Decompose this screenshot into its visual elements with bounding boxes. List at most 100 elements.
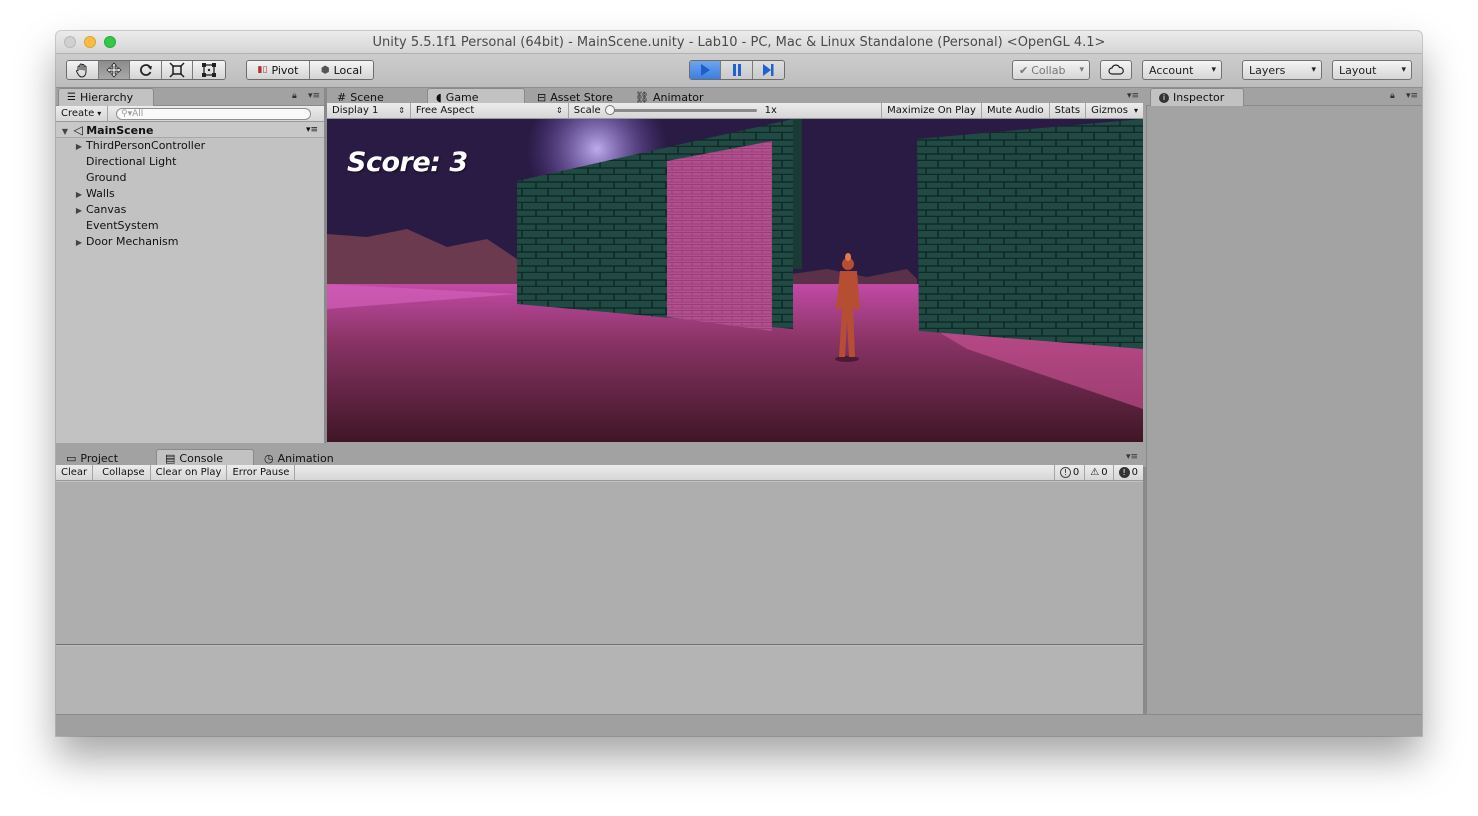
move-tool-button[interactable] [98,61,131,79]
clear-button[interactable]: Clear [56,465,94,480]
play-button[interactable] [690,61,722,79]
hierarchy-item[interactable]: ▶ Canvas [56,202,126,218]
hierarchy-item[interactable]: Directional Light [56,154,176,170]
search-icon: ⚲▾ [121,108,133,119]
layers-label: Layers [1249,63,1286,77]
chevron-down-icon: ▾ [97,109,102,118]
close-window-button[interactable] [64,36,76,48]
inspector-tab-label: Inspector [1173,91,1225,104]
local-button[interactable]: ⬢ Local [310,61,373,79]
pivot-button[interactable]: ▮▯ Pivot [247,61,311,79]
cloud-icon [1108,64,1124,75]
scene-row[interactable]: ▼ ◁ MainScene ▾≡ [56,122,324,138]
hierarchy-item-label: Canvas [86,203,127,216]
tab-hierarchy[interactable]: ☰ Hierarchy [58,88,154,106]
scale-value: 1x [764,105,777,116]
clear-on-play-toggle[interactable]: Clear on Play [151,465,228,480]
hierarchy-item-label: Directional Light [86,155,177,168]
collab-label: Collab [1031,63,1066,77]
inspector-menu-icon[interactable]: ▾≡ [1406,91,1418,101]
scene-menu-icon[interactable]: ▾≡ [306,122,318,138]
expand-triangle-icon[interactable]: ▶ [74,187,84,203]
score-text: Score: 3 [347,147,468,178]
error-count: 0 [1131,467,1138,478]
pivot-local-toggle: ▮▯ Pivot ⬢ Local [246,60,374,80]
hierarchy-item[interactable]: Ground [56,170,126,186]
create-dropdown[interactable]: Create ▾ [56,106,108,121]
hierarchy-search-input[interactable]: ⚲▾ All [116,107,311,120]
account-dropdown[interactable]: Account [1142,60,1222,80]
scale-control: Scale 1x [569,103,883,118]
error-filter-toggle[interactable]: ! 0 [1114,465,1143,480]
layout-dropdown[interactable]: Layout [1332,60,1412,80]
stats-toggle[interactable]: Stats [1050,103,1087,118]
hierarchy-item-label: Walls [86,187,115,200]
scale-slider[interactable] [604,105,757,115]
lock-icon[interactable]: 🔒︎ [1390,91,1395,101]
pause-button[interactable] [721,61,753,79]
hierarchy-tab-label: Hierarchy [79,91,134,104]
game-toolbar: Display 1 ⇕ Free Aspect ⇕ Scale 1x Maxim… [327,103,1143,119]
collapse-toggle[interactable]: Collapse [97,465,151,480]
layers-dropdown[interactable]: Layers [1242,60,1322,80]
expand-triangle-icon[interactable]: ▶ [74,203,84,219]
window-title: Unity 5.5.1f1 Personal (64bit) - MainSce… [372,35,1106,50]
hierarchy-item[interactable]: ▶ Door Mechanism [56,234,179,251]
game-view[interactable]: Score: 3 [327,119,1143,442]
scale-label: Scale [573,105,601,116]
account-label: Account [1149,63,1194,77]
tab-inspector[interactable]: i Inspector [1150,88,1244,106]
lock-icon[interactable]: 🔒︎ [292,91,297,101]
zoom-window-button[interactable] [104,36,116,48]
display-dropdown[interactable]: Display 1 ⇕ [327,103,411,118]
hierarchy-item[interactable]: EventSystem [56,218,159,234]
panel-divider[interactable] [1143,467,1146,714]
inspector-tabstrip: i Inspector 🔒︎ ▾≡ [1146,88,1422,106]
aspect-label: Free Aspect [415,105,475,116]
hand-tool-button[interactable] [67,61,99,79]
bottom-panel-menu-icon[interactable]: ▾≡ [1126,452,1138,462]
gizmos-dropdown[interactable]: Gizmos ▾ [1086,103,1143,118]
mute-audio-toggle[interactable]: Mute Audio [982,103,1050,118]
hierarchy-toolbar: Create ▾ ⚲▾ All [56,106,324,122]
collapse-label: Collapse [102,467,145,478]
center-panel-menu-icon[interactable]: ▾≡ [1127,91,1139,101]
minimize-window-button[interactable] [84,36,96,48]
updown-icon: ⇕ [398,106,405,115]
scale-slider-thumb[interactable] [604,105,615,115]
warning-icon: ⚠ [1090,467,1100,478]
cube-icon: ⬢ [320,64,330,76]
hierarchy-tabstrip: ☰ Hierarchy 🔒︎ ▾≡ [56,88,324,106]
panel-divider[interactable] [324,88,327,443]
warning-count: 0 [1101,467,1108,478]
panel-menu-icon[interactable]: ▾≡ [308,91,320,101]
console-detail-area[interactable] [56,646,1143,714]
aspect-dropdown[interactable]: Free Aspect ⇕ [411,103,569,118]
search-placeholder: All [132,108,144,119]
console-filters: ! 0 ⚠ 0 ! 0 [1053,465,1143,480]
expand-triangle-icon[interactable]: ▶ [74,235,84,251]
playback-controls [689,60,785,80]
expand-triangle-icon[interactable]: ▶ [74,139,84,155]
updown-icon: ⇕ [556,106,563,115]
scale-tool-button[interactable] [161,61,194,79]
hierarchy-item[interactable]: ▶ Walls [56,186,115,202]
rect-tool-button[interactable] [193,61,225,79]
maximize-label: Maximize On Play [887,105,976,116]
error-pause-toggle[interactable]: Error Pause [227,465,296,480]
pivot-icon: ▮▯ [257,65,268,75]
clear-on-play-label: Clear on Play [155,467,222,478]
hierarchy-item-label: Ground [86,171,127,184]
warning-filter-toggle[interactable]: ⚠ 0 [1085,465,1114,480]
console-log-area[interactable] [56,482,1143,645]
collab-dropdown[interactable]: ✔ Collab [1012,60,1090,80]
rotate-tool-button[interactable] [130,61,162,79]
info-filter-toggle[interactable]: ! 0 [1053,465,1086,480]
layout-label: Layout [1339,63,1377,77]
unity-scene-icon: ◁ [73,123,83,137]
maximize-on-play-toggle[interactable]: Maximize On Play [882,103,982,118]
cloud-button[interactable] [1100,60,1132,80]
hierarchy-item[interactable]: ▶ ThirdPersonController [56,138,205,154]
inspector-panel [1146,106,1422,714]
step-button[interactable] [752,61,784,79]
